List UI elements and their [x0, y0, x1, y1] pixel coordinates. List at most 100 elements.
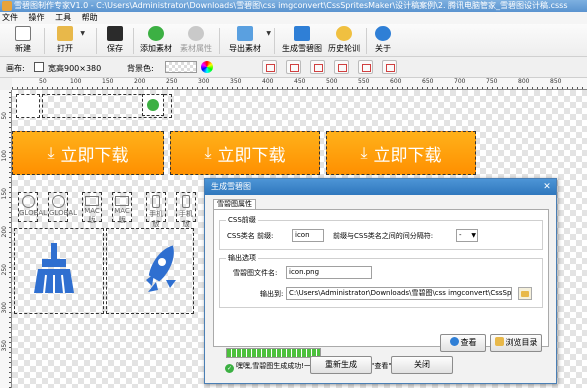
regenerate-button[interactable]: 重新生成	[310, 356, 372, 374]
ruler-label: 550	[358, 78, 370, 85]
download-icon: ⤓	[360, 143, 368, 162]
ruler-label: 500	[326, 78, 338, 85]
globe-icon	[51, 195, 65, 208]
material-props-button[interactable]: 素材属性	[179, 26, 213, 56]
sprite-item[interactable]: MAC版	[112, 192, 132, 224]
toolbar-separator	[133, 28, 134, 54]
align-left-icon[interactable]	[262, 60, 277, 74]
window-title: 雪碧图制作专家V1.0 - C:\Users\Administrator\Dow…	[14, 1, 568, 10]
chevron-down-icon[interactable]: ▼	[266, 30, 271, 37]
check-icon: ✓	[225, 364, 234, 373]
ruler-label: 150	[1, 188, 8, 200]
download-icon: ⤓	[204, 143, 212, 162]
color-picker-icon[interactable]	[201, 61, 213, 73]
tab-panel: CSS前缀 CSS类名 前缀: icon 前缀与CSS类名之间的间分隔符: - …	[213, 209, 549, 373]
ruler-label: 750	[486, 78, 498, 85]
separator-select[interactable]: - ▼	[456, 229, 478, 242]
separator-label: 前缀与CSS类名之间的间分隔符:	[333, 232, 434, 240]
ruler-label: 600	[390, 78, 402, 85]
css-prefix-group: CSS前缀 CSS类名 前缀: icon 前缀与CSS类名之间的间分隔符: - …	[219, 215, 543, 250]
bg-color-swatch[interactable]	[165, 61, 197, 73]
ruler-label: 50	[1, 112, 8, 120]
toolbar-separator	[96, 28, 97, 54]
close-button[interactable]: 关闭	[391, 356, 453, 374]
horizontal-ruler: 50 100 150 200 250 300 350 400 450 500 5…	[12, 78, 587, 90]
generate-sprite-button[interactable]: 生成雪碧图	[281, 26, 323, 56]
sprite-item[interactable]: GLOBAL	[18, 192, 47, 222]
sprite-item[interactable]: 手机版	[146, 192, 166, 228]
bg-color-label: 背景色:	[127, 64, 154, 73]
tab-sprite-props[interactable]: 雪碧图属性	[213, 199, 256, 209]
generate-sprite-dialog: 生成雪碧图 ✕ 雪碧图属性 CSS前缀 CSS类名 前缀: icon 前缀与CS…	[204, 178, 557, 384]
toolbar-separator	[366, 28, 367, 54]
ruler-label: 300	[1, 302, 8, 314]
align-center-icon[interactable]	[286, 60, 301, 74]
chevron-down-icon[interactable]: ▼	[80, 30, 85, 37]
toolbar: 新建 打开 ▼ 保存 添加素材 素材属性 导出素材 ▼ 生成雪碧图 历史轮训 关…	[0, 24, 587, 57]
clock-icon	[336, 26, 352, 41]
progress-fill	[227, 349, 320, 357]
close-icon[interactable]: ✕	[542, 182, 552, 192]
export-material-button[interactable]: 导出素材 ▼	[228, 26, 271, 56]
output-path-label: 输出到:	[260, 290, 284, 298]
sprite-item[interactable]: MAC版	[82, 192, 102, 224]
phone-icon	[182, 195, 190, 208]
browse-dir-button[interactable]: 浏览目录	[490, 334, 542, 352]
align-right-icon[interactable]	[310, 60, 325, 74]
sprite-icon	[294, 26, 310, 41]
align-bottom-icon[interactable]	[382, 60, 397, 74]
new-button[interactable]: 新建	[12, 26, 34, 56]
dialog-title: 生成雪碧图	[205, 179, 556, 195]
add-material-button[interactable]: 添加素材	[139, 26, 173, 56]
ruler-label: 250	[166, 78, 178, 85]
sprite-item[interactable]: 手机版	[176, 192, 196, 228]
output-group: 输出选项 雪碧图文件名: icon.png 输出到: C:\Users\Admi…	[219, 253, 543, 308]
download-button-sprite[interactable]: ⤓ 立即下载	[326, 131, 476, 175]
gear-icon	[188, 26, 204, 41]
menu-tools[interactable]: 工具	[55, 13, 71, 22]
download-button-sprite[interactable]: ⤓ 立即下载	[12, 131, 164, 175]
progress-bar	[226, 348, 321, 358]
menu-operate[interactable]: 操作	[29, 13, 45, 22]
folder-browse-icon[interactable]	[518, 287, 532, 300]
globe-icon	[21, 195, 35, 208]
ruler-label: 250	[1, 264, 8, 276]
info-icon	[375, 26, 391, 41]
filename-label: 雪碧图文件名:	[233, 269, 278, 277]
align-top-icon[interactable]	[334, 60, 349, 74]
align-middle-icon[interactable]	[358, 60, 373, 74]
ie-icon	[449, 337, 459, 346]
menu-help[interactable]: 帮助	[82, 13, 98, 22]
group-title: 输出选项	[226, 253, 258, 263]
ruler-label: 200	[1, 226, 8, 238]
menu-file[interactable]: 文件	[2, 13, 18, 22]
phone-icon	[152, 195, 160, 208]
view-button[interactable]: 查看	[440, 334, 486, 352]
open-button[interactable]: 打开 ▼	[54, 26, 85, 56]
ruler-label: 350	[1, 340, 8, 352]
history-button[interactable]: 历史轮训	[327, 26, 361, 56]
vertical-ruler: 50 100 150 200 250 300 350	[0, 90, 12, 388]
ruler-label: 700	[454, 78, 466, 85]
css-prefix-input[interactable]: icon	[292, 229, 324, 242]
add-circle-icon	[147, 99, 159, 111]
plus-icon	[148, 26, 164, 41]
ruler-label: 50	[39, 78, 47, 85]
filename-input[interactable]: icon.png	[286, 266, 372, 279]
sprite-item[interactable]: GLOBAL	[48, 192, 77, 222]
ruler-label: 450	[294, 78, 306, 85]
sprite-item[interactable]	[142, 94, 164, 116]
ruler-label: 150	[102, 78, 114, 85]
group-title: CSS前缀	[226, 215, 258, 225]
download-button-sprite[interactable]: ⤓ 立即下载	[170, 131, 320, 175]
output-path-select[interactable]: C:\Users\Administrator\Downloads\雪碧图\css…	[286, 287, 512, 300]
menubar: 文件 操作 工具 帮助	[0, 12, 587, 24]
window-titlebar: 雪碧图制作专家V1.0 - C:\Users\Administrator\Dow…	[0, 0, 587, 12]
save-button[interactable]: 保存	[104, 26, 126, 56]
sprite-item[interactable]	[16, 94, 40, 118]
toolbar-separator	[44, 28, 45, 54]
about-button[interactable]: 关于	[372, 26, 394, 56]
toolbar-separator	[274, 28, 275, 54]
ruler-label: 100	[70, 78, 82, 85]
monitor-icon	[115, 196, 129, 206]
